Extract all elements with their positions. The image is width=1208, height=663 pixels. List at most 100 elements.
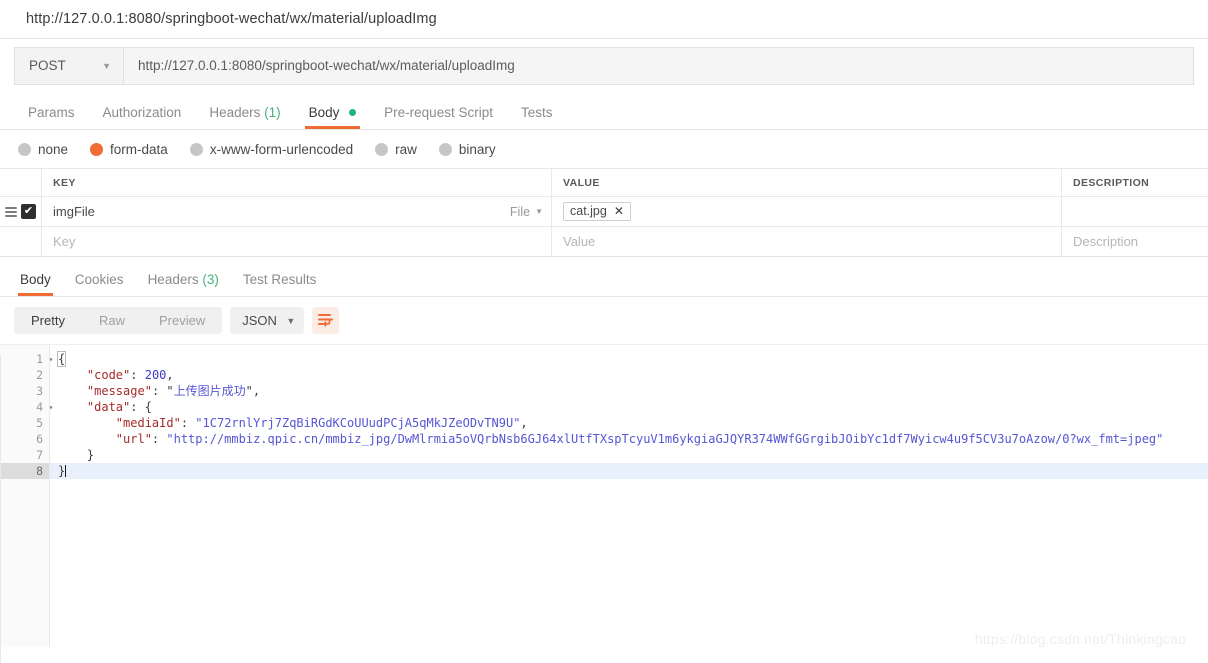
request-title-bar: http://127.0.0.1:8080/springboot-wechat/…	[0, 0, 1208, 39]
code-line-7: }	[58, 448, 95, 462]
selected-file-chip[interactable]: cat.jpg ✕	[563, 202, 631, 221]
line-number-value: 6	[36, 432, 43, 446]
column-header-value: VALUE	[552, 169, 1062, 196]
code-line-3: "message": "上传图片成功",	[86, 384, 261, 398]
json-value-url: http://mmbiz.qpic.cn/mmbiz_jpg/DwMlrmia5…	[173, 432, 1157, 446]
remove-file-icon[interactable]: ✕	[614, 204, 624, 218]
line-number-value: 8	[36, 464, 43, 478]
empty-row-controls	[0, 227, 42, 256]
line-number-value: 7	[36, 448, 43, 462]
view-mode-preview-label: Preview	[158, 313, 206, 328]
line-number: 2	[0, 367, 49, 383]
word-wrap-icon	[318, 314, 334, 327]
chevron-down-icon: ▼	[535, 207, 543, 216]
row-enabled-checkbox[interactable]: ✔	[21, 204, 36, 219]
radio-selected-icon	[90, 142, 104, 156]
form-data-table: KEY VALUE DESCRIPTION ✔ imgFile File ▼ c…	[0, 168, 1208, 257]
text-cursor	[65, 465, 67, 477]
response-format-select[interactable]: JSON ▼	[230, 307, 305, 334]
response-body-viewer: 1 ▾ 2 3 4 ▾ 5 6 7 8 {"code": 200, "mess…	[0, 344, 1208, 647]
json-code-area[interactable]: { "code": 200, "message": "上传图片成功", "dat…	[50, 345, 1208, 647]
body-type-urlencoded[interactable]: x-www-form-urlencoded	[189, 141, 354, 157]
body-type-raw-label: raw	[395, 141, 417, 157]
empty-row-description-cell[interactable]: Description	[1062, 227, 1208, 256]
code-line-4: "data": {	[86, 400, 152, 414]
tab-params[interactable]: Params	[14, 105, 89, 129]
column-header-description: DESCRIPTION	[1062, 169, 1208, 196]
line-number-current: 8	[0, 463, 49, 479]
view-mode-raw[interactable]: Raw	[82, 307, 142, 334]
response-tab-body-label: Body	[20, 272, 51, 287]
line-number: 1 ▾	[0, 351, 53, 367]
word-wrap-button[interactable]	[312, 307, 340, 334]
body-type-binary-label: binary	[458, 141, 496, 157]
view-mode-segmented-control: Pretty Raw Preview	[14, 307, 223, 334]
postman-window: http://127.0.0.1:8080/springboot-wechat/…	[0, 0, 1208, 663]
response-tab-test-results[interactable]: Test Results	[231, 272, 329, 296]
tab-tests-label: Tests	[520, 105, 553, 120]
response-tab-cookies[interactable]: Cookies	[63, 272, 136, 296]
body-type-urlencoded-label: x-www-form-urlencoded	[209, 141, 354, 157]
column-header-key: KEY	[42, 169, 552, 196]
drag-handle-icon[interactable]	[5, 206, 17, 217]
tab-headers-count: (1)	[264, 105, 281, 120]
view-mode-preview[interactable]: Preview	[142, 307, 222, 334]
response-format-toolbar: Pretty Raw Preview JSON ▼	[0, 297, 1208, 344]
row-key-cell[interactable]: imgFile File ▼	[42, 197, 552, 226]
request-url-row: POST ▼ http://127.0.0.1:8080/springboot-…	[0, 39, 1208, 92]
line-number-gutter: 1 ▾ 2 3 4 ▾ 5 6 7 8	[0, 345, 53, 647]
line-number-value: 3	[36, 384, 43, 398]
json-value-code: 200	[144, 368, 167, 382]
empty-row-key-cell[interactable]: Key	[42, 227, 552, 256]
request-title: http://127.0.0.1:8080/springboot-wechat/…	[26, 11, 437, 27]
body-type-binary[interactable]: binary	[438, 141, 496, 157]
body-modified-dot-icon	[349, 109, 357, 116]
selected-file-name: cat.jpg	[570, 204, 607, 218]
request-tabs: Params Authorization Headers (1) Body Pr…	[0, 92, 1208, 130]
line-number-value: 5	[36, 416, 43, 430]
request-url-text: http://127.0.0.1:8080/springboot-wechat/…	[138, 58, 515, 73]
tab-authorization[interactable]: Authorization	[89, 105, 196, 129]
empty-row-value-placeholder: Value	[563, 234, 596, 249]
body-type-form-data[interactable]: form-data	[90, 142, 168, 157]
view-mode-raw-label: Raw	[98, 313, 125, 328]
tab-headers[interactable]: Headers (1)	[195, 105, 294, 129]
request-url-input[interactable]: http://127.0.0.1:8080/springboot-wechat/…	[124, 46, 1194, 85]
empty-row-description-placeholder: Description	[1073, 234, 1139, 249]
column-header-key-label: KEY	[53, 176, 76, 189]
line-number-value: 2	[36, 368, 43, 382]
response-tab-headers-label: Headers	[147, 272, 199, 287]
tab-tests[interactable]: Tests	[507, 105, 567, 129]
body-type-raw[interactable]: raw	[375, 142, 417, 157]
line-number-value: 1	[36, 352, 43, 366]
row-description-cell[interactable]	[1062, 197, 1208, 226]
tab-params-label: Params	[28, 105, 75, 120]
table-row-empty: Key Value Description	[0, 227, 1208, 257]
line-number: 6	[0, 431, 49, 447]
code-line-5: "mediaId": "1C72rnlYrj7ZqBiRGdKCoUUudPCj…	[115, 416, 528, 430]
code-line-6: "url": "http://mmbiz.qpic.cn/mmbiz_jpg/D…	[115, 432, 1164, 446]
tab-pre-request-script[interactable]: Pre-request Script	[370, 105, 507, 129]
response-format-label: JSON	[242, 313, 277, 328]
tab-body[interactable]: Body	[295, 105, 371, 129]
body-type-none[interactable]: none	[18, 142, 68, 157]
column-header-value-label: VALUE	[563, 176, 600, 189]
viewer-left-border	[0, 355, 1, 663]
chevron-down-icon: ▼	[102, 60, 111, 71]
view-mode-pretty[interactable]: Pretty	[14, 307, 82, 334]
row-type-select[interactable]: File ▼	[510, 205, 543, 219]
response-tab-test-results-label: Test Results	[242, 272, 317, 287]
response-tab-headers[interactable]: Headers (3)	[136, 272, 231, 296]
row-value-cell[interactable]: cat.jpg ✕	[552, 197, 1062, 226]
radio-icon	[438, 142, 452, 156]
empty-row-value-cell[interactable]: Value	[552, 227, 1062, 256]
tab-authorization-label: Authorization	[102, 105, 182, 120]
body-type-form-data-label: form-data	[110, 141, 168, 157]
watermark: https://blog.csdn.net/Thinkingcao	[974, 631, 1186, 647]
response-tab-cookies-label: Cookies	[74, 272, 124, 287]
http-method-select[interactable]: POST ▼	[14, 46, 124, 85]
tab-pre-request-script-label: Pre-request Script	[384, 105, 493, 120]
response-tab-body[interactable]: Body	[8, 272, 63, 296]
body-type-none-label: none	[38, 141, 69, 157]
line-number: 4 ▾	[0, 399, 53, 415]
